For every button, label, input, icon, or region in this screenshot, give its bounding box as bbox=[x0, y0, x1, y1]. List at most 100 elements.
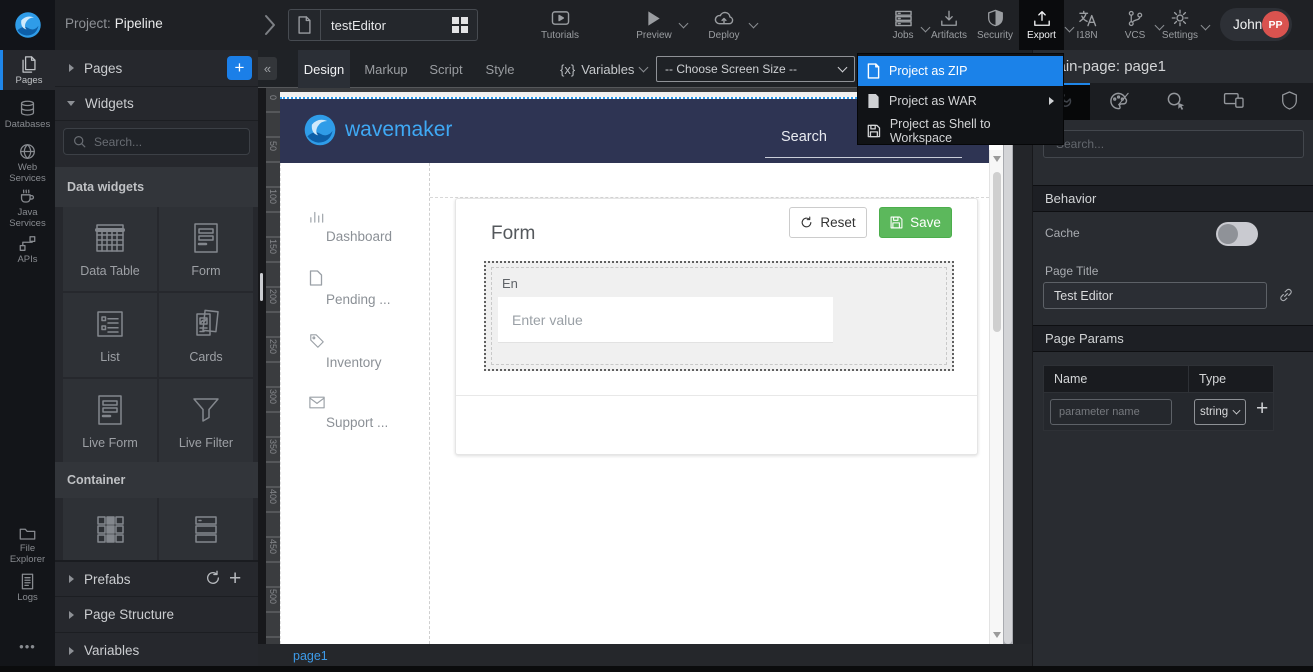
settings-label: Settings bbox=[1162, 30, 1198, 41]
cache-toggle[interactable] bbox=[1216, 222, 1258, 246]
rail-item-web-services[interactable]: Web Services bbox=[0, 143, 55, 184]
branch-icon bbox=[1127, 10, 1144, 27]
widget-accordion[interactable] bbox=[159, 498, 253, 560]
wavemaker-brand-icon bbox=[302, 112, 338, 148]
tab-style[interactable]: Style bbox=[478, 50, 522, 88]
reset-button[interactable]: Reset bbox=[789, 207, 867, 238]
page-tab-page1[interactable]: page1 bbox=[293, 649, 328, 663]
prefabs-accordion[interactable]: Prefabs bbox=[55, 560, 258, 597]
add-param-button[interactable]: + bbox=[1256, 397, 1268, 421]
collapse-panel-button[interactable]: « bbox=[258, 57, 277, 80]
more-dots-icon: ••• bbox=[19, 642, 36, 653]
palette-icon bbox=[1109, 91, 1130, 111]
tab-markup[interactable]: Markup bbox=[358, 50, 414, 88]
form-text-input[interactable] bbox=[498, 297, 833, 343]
screen-size-select[interactable]: -- Choose Screen Size -- bbox=[656, 56, 855, 82]
form-fieldset[interactable]: En bbox=[484, 261, 954, 371]
prefabs-add-icon[interactable]: + bbox=[229, 567, 241, 591]
tab-events[interactable] bbox=[1166, 91, 1187, 111]
app-logo[interactable] bbox=[0, 0, 55, 50]
security-button[interactable]: Security bbox=[972, 0, 1018, 50]
scroll-down-button[interactable] bbox=[993, 632, 1001, 638]
project-name: Pipeline bbox=[115, 16, 163, 31]
cache-label: Cache bbox=[1045, 226, 1080, 240]
tab-styles[interactable] bbox=[1109, 91, 1130, 111]
settings-chevron-icon[interactable] bbox=[1201, 21, 1211, 31]
param-name-input[interactable] bbox=[1050, 399, 1172, 425]
behavior-section[interactable]: Behavior bbox=[1033, 185, 1313, 212]
preview-chevron-icon[interactable] bbox=[679, 19, 689, 29]
rail-item-databases[interactable]: Databases bbox=[0, 100, 55, 131]
widget-search-input[interactable] bbox=[92, 134, 232, 150]
save-button[interactable]: Save bbox=[879, 207, 952, 238]
nav-item-inventory[interactable]: Inventory bbox=[309, 333, 429, 370]
properties-search-input[interactable] bbox=[1054, 136, 1274, 152]
prefabs-label: Prefabs bbox=[84, 572, 131, 587]
widget-cards[interactable]: Cards bbox=[159, 293, 253, 377]
vcs-button[interactable]: VCS bbox=[1114, 0, 1156, 50]
add-page-button[interactable]: + bbox=[227, 56, 252, 80]
tutorials-button[interactable]: Tutorials bbox=[535, 0, 585, 50]
form-widget[interactable]: Form En Reset Save bbox=[455, 198, 978, 455]
widget-live-filter[interactable]: Live Filter bbox=[159, 379, 253, 463]
user-name: John bbox=[1233, 17, 1262, 32]
widgets-accordion[interactable]: Widgets bbox=[55, 87, 258, 121]
menu-item-project-as-zip[interactable]: Project as ZIP bbox=[858, 56, 1063, 86]
nav-item-dashboard[interactable]: Dashboard bbox=[309, 209, 429, 244]
rail-item-logs[interactable]: Logs bbox=[0, 573, 55, 604]
nav-item-support[interactable]: Support ... bbox=[309, 396, 429, 430]
artifacts-button[interactable]: Artifacts bbox=[926, 0, 972, 50]
widget-grid-layout[interactable] bbox=[63, 498, 157, 560]
settings-button[interactable]: Settings bbox=[1158, 0, 1202, 50]
widget-list[interactable]: List bbox=[63, 293, 157, 377]
project-breadcrumb[interactable]: Project:Pipeline bbox=[65, 16, 163, 31]
frame-scrollbar[interactable] bbox=[1003, 92, 1013, 644]
deploy-chevron-icon[interactable] bbox=[749, 19, 759, 29]
rail-item-java-services[interactable]: Java Services bbox=[0, 188, 55, 229]
page-title-input[interactable] bbox=[1043, 282, 1267, 309]
canvas-scrollbar[interactable] bbox=[989, 150, 1003, 644]
panel-scrollbar-thumb[interactable] bbox=[260, 273, 263, 301]
variables-menu[interactable]: {x} Variables bbox=[560, 50, 647, 88]
window-bottom-edge bbox=[0, 666, 1313, 672]
variables-menu-label: Variables bbox=[581, 62, 634, 77]
widget-form[interactable]: Form bbox=[159, 207, 253, 291]
prefabs-refresh-icon[interactable] bbox=[205, 570, 221, 586]
deploy-button[interactable]: Deploy bbox=[700, 0, 748, 50]
preview-label: Preview bbox=[636, 30, 672, 41]
folder-icon bbox=[19, 526, 36, 541]
scroll-thumb[interactable] bbox=[993, 172, 1001, 332]
preview-button[interactable]: Preview bbox=[630, 0, 678, 50]
properties-search[interactable] bbox=[1043, 130, 1304, 158]
page-search-label[interactable]: Search bbox=[781, 129, 827, 145]
variables-accordion[interactable]: Variables bbox=[55, 633, 258, 669]
rail-item-apis[interactable]: APIs bbox=[0, 235, 55, 266]
param-type-select[interactable]: string bbox=[1194, 399, 1246, 425]
i18n-button[interactable]: I18N bbox=[1066, 0, 1108, 50]
tab-script[interactable]: Script bbox=[422, 50, 470, 88]
page-structure-accordion[interactable]: Page Structure bbox=[55, 597, 258, 633]
dashboard-grid-icon[interactable] bbox=[452, 17, 468, 33]
rail-item-pages[interactable]: Pages bbox=[0, 50, 55, 90]
tab-design[interactable]: Design bbox=[298, 50, 350, 88]
nav-item-pending[interactable]: Pending ... bbox=[309, 270, 429, 307]
tab-devices[interactable] bbox=[1223, 91, 1245, 109]
menu-item-project-as-shell[interactable]: Project as Shell to Workspace bbox=[858, 116, 1063, 146]
rail-item-file-explorer[interactable]: File Explorer bbox=[0, 526, 55, 565]
widget-live-form[interactable]: Live Form bbox=[63, 379, 157, 463]
jobs-button[interactable]: Jobs bbox=[882, 0, 924, 50]
widget-search[interactable] bbox=[63, 128, 250, 155]
user-menu[interactable]: John PP bbox=[1220, 8, 1292, 41]
widget-data-table[interactable]: Data Table bbox=[63, 207, 157, 291]
rail-more-button[interactable]: ••• bbox=[0, 642, 55, 653]
export-button[interactable]: Export bbox=[1019, 0, 1064, 50]
bind-link-icon[interactable] bbox=[1278, 287, 1294, 303]
page-params-section[interactable]: Page Params bbox=[1033, 325, 1313, 352]
tab-security[interactable] bbox=[1281, 91, 1298, 110]
export-menu: Project as ZIP Project as WAR Project as… bbox=[857, 53, 1064, 145]
data-widgets-grid: Data Table Form List Cards Live Form Liv… bbox=[63, 207, 253, 463]
active-editor-chip[interactable]: testEditor bbox=[288, 9, 478, 41]
shield-icon bbox=[987, 9, 1004, 27]
menu-item-project-as-war[interactable]: Project as WAR bbox=[858, 86, 1063, 116]
scroll-up-button[interactable] bbox=[993, 156, 1001, 162]
